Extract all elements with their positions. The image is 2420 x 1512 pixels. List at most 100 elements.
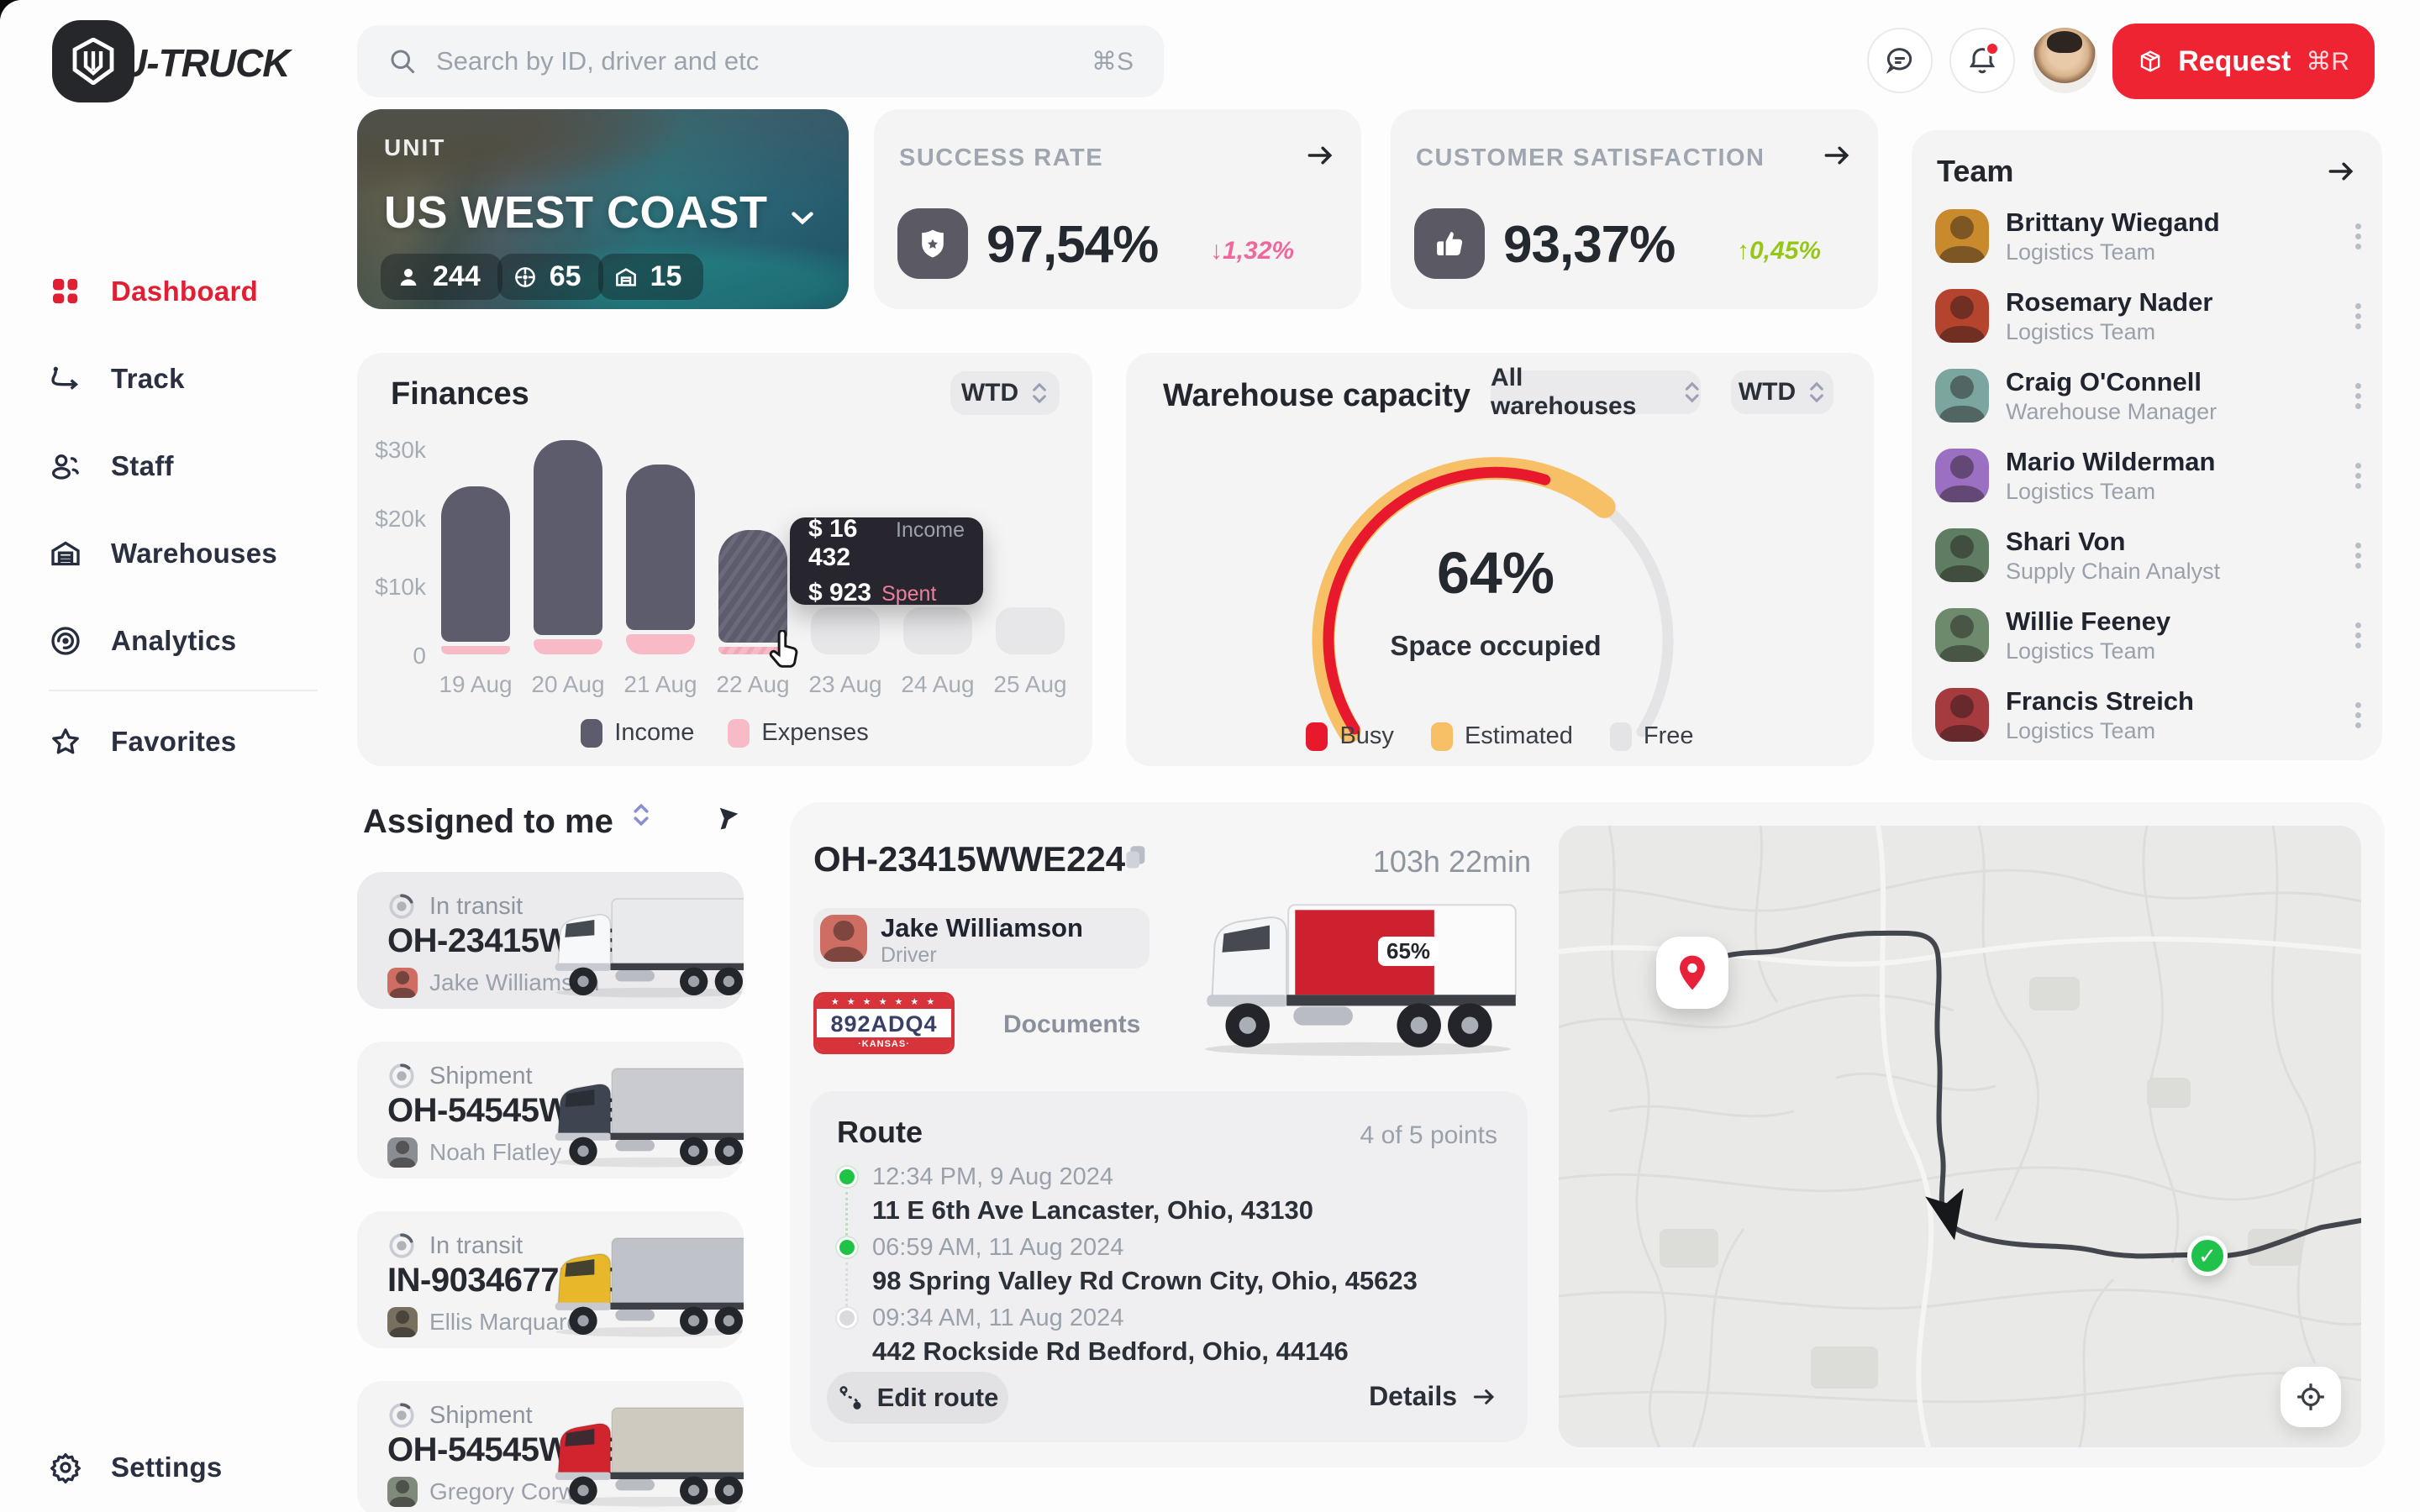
team-member-row[interactable]: Brittany Wiegand Logistics Team — [1912, 207, 2382, 283]
unit-warehouses-chip: 15 — [598, 254, 704, 300]
avatar — [1935, 369, 1989, 423]
truck-image — [545, 890, 744, 1004]
sort-icon[interactable] — [632, 802, 650, 827]
income-bar — [718, 530, 787, 643]
warehouse-filter-select[interactable]: All warehouses — [1491, 370, 1701, 414]
kebab-menu-icon[interactable] — [2355, 538, 2362, 573]
staff-icon — [49, 449, 82, 483]
arrow-right-icon — [1470, 1383, 1497, 1410]
capacity-caption: Space occupied — [1302, 630, 1689, 662]
completed-checkpoint[interactable]: ✓ — [2187, 1236, 2228, 1276]
details-link[interactable]: Details — [1369, 1381, 1497, 1412]
warehouse-period-select[interactable]: WTD — [1731, 370, 1833, 414]
sidebar: Dashboard Track Staff Warehouses Analyti… — [0, 122, 353, 1512]
route-connector — [845, 1192, 848, 1241]
route-icon — [837, 1384, 864, 1411]
analytics-icon — [49, 624, 82, 658]
kebab-menu-icon[interactable] — [2355, 698, 2362, 732]
assigned-shipment-card[interactable]: In transit OH-23415WWE224 Jake Williamso… — [357, 872, 744, 1009]
chevron-down-icon[interactable] — [785, 200, 820, 235]
unit-vehicles-chip: 65 — [497, 254, 603, 300]
sidebar-item-favorites[interactable]: Favorites — [49, 725, 236, 759]
income-bar — [441, 486, 510, 642]
user-avatar[interactable] — [2032, 28, 2097, 93]
team-member-row[interactable]: Craig O'Connell Warehouse Manager — [1912, 367, 2382, 443]
kebab-menu-icon[interactable] — [2355, 219, 2362, 254]
arrow-right-icon[interactable] — [1304, 139, 1336, 171]
finances-period-select[interactable]: WTD — [950, 371, 1060, 415]
kebab-menu-icon[interactable] — [2355, 459, 2362, 493]
team-member-row[interactable]: Mario Wilderman Logistics Team — [1912, 447, 2382, 522]
y-tick-label: $20k — [359, 506, 426, 533]
unit-card[interactable]: UNIT US WEST COAST 244 65 15 — [357, 109, 849, 309]
sidebar-item-staff[interactable]: Staff — [49, 449, 174, 483]
kebab-menu-icon[interactable] — [2355, 379, 2362, 413]
sidebar-item-analytics[interactable]: Analytics — [49, 624, 236, 658]
request-shortcut: ⌘R — [2306, 47, 2349, 76]
origin-pin[interactable] — [1656, 937, 1728, 1009]
shipment-duration: 103h 22min — [1294, 844, 1531, 879]
finances-legend: Income Expenses — [357, 719, 1092, 748]
dashboard-icon — [49, 275, 82, 308]
copy-icon[interactable] — [1121, 843, 1150, 871]
kebab-menu-icon[interactable] — [2355, 618, 2362, 653]
assigned-shipment-card[interactable]: Shipment OH-54545WWE224 Noah Flatley — [357, 1042, 744, 1179]
locate-button[interactable] — [2281, 1367, 2341, 1427]
team-member-row[interactable]: Shari Von Supply Chain Analyst — [1912, 527, 2382, 602]
load-percentage-badge: 65% — [1378, 937, 1439, 966]
driver-avatar — [387, 1477, 418, 1507]
sidebar-item-track[interactable]: Track — [49, 362, 185, 396]
unit-drivers-chip: 244 — [381, 254, 502, 300]
team-member-row[interactable]: Rosemary Nader Logistics Team — [1912, 287, 2382, 363]
route-title: Route — [837, 1115, 923, 1150]
track-icon — [49, 362, 82, 396]
expenses-bar — [534, 639, 602, 654]
truck-image — [545, 1060, 744, 1173]
customer-satisfaction-card: CUSTOMER SATISFACTION 93,37% ↑0,45% — [1391, 109, 1878, 309]
notifications-button[interactable] — [1949, 28, 2015, 93]
kebab-menu-icon[interactable] — [2355, 299, 2362, 333]
global-search[interactable]: ⌘S — [357, 25, 1164, 97]
unit-tag: UNIT — [384, 134, 445, 161]
status-progress-icon — [387, 1062, 416, 1090]
customer-satisfaction-value: 93,37% — [1503, 215, 1675, 275]
route-done-dot — [837, 1167, 857, 1187]
gear-icon — [49, 1451, 82, 1484]
thumbs-up-icon — [1414, 208, 1485, 279]
driver-chip[interactable]: Jake Williamson Driver — [813, 908, 1150, 969]
filter-icon[interactable] — [712, 806, 740, 834]
team-member-row[interactable]: Francis Streich Logistics Team — [1912, 686, 2382, 762]
request-button[interactable]: Request ⌘R — [2112, 24, 2375, 99]
sidebar-item-warehouses[interactable]: Warehouses — [49, 537, 277, 570]
hand-cursor — [765, 630, 802, 672]
bar-placeholder — [996, 607, 1065, 654]
arrow-right-icon[interactable] — [2325, 155, 2357, 187]
route-card: Route 4 of 5 points 12:34 PM, 9 Aug 2024… — [810, 1091, 1528, 1442]
sidebar-item-settings[interactable]: Settings — [49, 1451, 223, 1484]
route-connector — [845, 1263, 848, 1311]
person-icon — [396, 265, 421, 290]
shipment-id: OH-23415WWE224 — [813, 839, 1125, 879]
driver-avatar — [387, 1307, 418, 1337]
chart-tooltip: $ 16 432Income $ 923Spent — [790, 517, 983, 605]
updown-chevrons-icon — [1030, 381, 1049, 405]
route-map[interactable]: ✓ — [1559, 826, 2361, 1447]
shield-badge-icon — [897, 208, 968, 279]
messages-button[interactable] — [1867, 28, 1933, 93]
route-progress: 4 of 5 points — [1360, 1121, 1497, 1150]
success-rate-card: SUCCESS RATE 97,54% ↓1,32% — [874, 109, 1361, 309]
success-rate-delta: ↓1,32% — [1210, 237, 1294, 265]
edit-route-button[interactable]: Edit route — [827, 1372, 1008, 1424]
arrow-right-icon[interactable] — [1821, 139, 1853, 171]
team-member-row[interactable]: Willie Feeney Logistics Team — [1912, 606, 2382, 682]
updown-chevrons-icon — [1683, 381, 1701, 404]
assigned-shipment-card[interactable]: Shipment OH-54545WWE224 Gregory Corwin — [357, 1381, 744, 1512]
documents-link[interactable]: Documents — [1003, 1011, 1140, 1039]
shipment-truck-image: 65% — [1188, 883, 1528, 1059]
search-input[interactable] — [436, 46, 1073, 76]
sidebar-item-dashboard[interactable]: Dashboard — [49, 275, 258, 308]
route-done-dot — [837, 1237, 857, 1257]
assigned-shipment-card[interactable]: In transit IN-9034677ZFG154 Ellis Marqua… — [357, 1211, 744, 1348]
team-title: Team — [1937, 154, 2013, 189]
driver-avatar — [387, 1137, 418, 1168]
